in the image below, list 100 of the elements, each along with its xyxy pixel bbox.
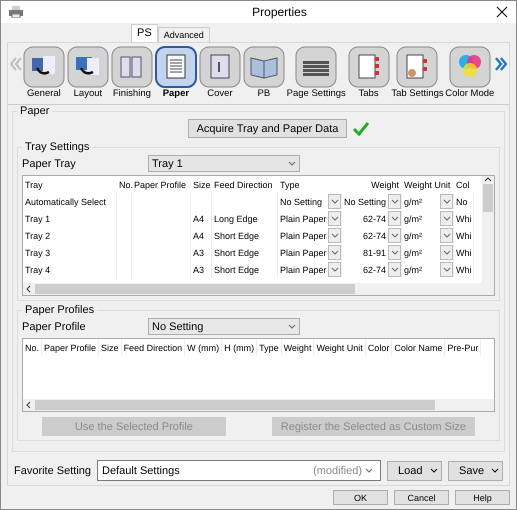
dropdown-button[interactable] (388, 245, 401, 260)
scroll-thumb[interactable] (483, 184, 493, 212)
column-header: H (mm) (222, 339, 258, 356)
load-button[interactable]: Load (387, 460, 442, 480)
column-header: Tray (24, 178, 44, 192)
dropdown-button[interactable] (388, 228, 401, 243)
column-header: W (mm) (185, 339, 222, 356)
checkmark-icon (353, 122, 370, 136)
scroll-thumb[interactable] (35, 400, 435, 410)
table-cell: Short Edge (214, 230, 260, 240)
dropdown-button[interactable] (440, 228, 453, 243)
table-cell: A4 (193, 214, 204, 224)
function-tab[interactable]: Tabs (346, 46, 391, 99)
close-icon[interactable] (496, 6, 508, 18)
dropdown-button[interactable] (388, 194, 401, 209)
paper-stack-icon (295, 46, 338, 88)
acquire-button[interactable]: Acquire Tray and Paper Data (188, 119, 348, 138)
table-cell: Whi (456, 248, 472, 258)
vertical-scrollbar[interactable] (482, 176, 494, 295)
table-cell: Short Edge (214, 248, 260, 258)
dropdown-button[interactable] (440, 262, 453, 277)
column-header: Weight Unit (403, 178, 452, 192)
function-tab[interactable]: Finishing (110, 46, 154, 99)
dropdown-button[interactable] (328, 262, 341, 277)
dropdown-button[interactable] (440, 245, 453, 260)
group-title: Paper (19, 105, 50, 117)
table-cell: g/m² (404, 230, 422, 240)
table-cell: 62-74 (362, 230, 386, 240)
tab[interactable]: PS (131, 24, 158, 42)
dropdown-button[interactable] (328, 245, 341, 260)
field-label: Favorite Setting (14, 464, 92, 476)
table-cell: Automatically Select (25, 196, 106, 206)
function-tab[interactable]: Cover (198, 46, 242, 99)
function-tab[interactable]: Color Mode (444, 46, 496, 99)
dialog-button[interactable]: Help (455, 490, 510, 505)
paper-tray-dropdown[interactable]: Tray 1 (148, 155, 300, 172)
scroll-up-icon[interactable] (484, 176, 492, 184)
column-header: Type (257, 339, 282, 356)
dialog-button[interactable]: Cancel (394, 490, 449, 505)
function-tab[interactable]: General (22, 46, 66, 99)
table-cell: 62-74 (362, 214, 386, 224)
scroll-left-icon[interactable] (25, 285, 33, 293)
dropdown-button[interactable] (440, 211, 453, 226)
function-tab[interactable]: Page Settings (286, 46, 347, 99)
window-title: Properties (251, 5, 307, 19)
table-cell: Tray 4 (25, 264, 50, 274)
scroll-thumb[interactable] (35, 284, 355, 294)
column-header: Weight (282, 339, 314, 356)
table-cell: No Setting (280, 196, 322, 206)
table-cell: Plain Paper (280, 264, 327, 274)
table-cell: Plain Paper (280, 214, 327, 224)
scroll-right-icon[interactable] (495, 56, 507, 72)
table-cell: Whi (456, 230, 472, 240)
field-label: Paper Profile (22, 320, 87, 332)
open-book-icon (242, 46, 285, 88)
table-cell: Tray 1 (25, 214, 50, 224)
table-cell: A4 (193, 230, 204, 240)
favorite-setting-field[interactable]: Default Settings (modified) (97, 460, 381, 481)
dropdown-button[interactable] (440, 194, 453, 209)
table-cell: Tray 2 (25, 230, 50, 240)
printer-icon (9, 6, 23, 18)
table-cell: Plain Paper (280, 248, 327, 258)
tab[interactable]: Advanced (158, 27, 210, 42)
table-cell: Short Edge (214, 264, 260, 274)
dropdown-button[interactable] (388, 211, 401, 226)
table-cell: g/m² (404, 214, 422, 224)
column-header: Weight Unit (314, 339, 366, 356)
folded-pages-icon (110, 46, 153, 88)
horizontal-scrollbar[interactable] (23, 283, 482, 295)
scroll-left-icon[interactable] (25, 401, 33, 409)
column-header: Color Name (392, 339, 446, 356)
column-header: No. (23, 339, 42, 356)
column-header: Paper Profile (133, 178, 188, 192)
tabbed-document-icon (396, 46, 438, 88)
column-header: Weight (370, 178, 400, 192)
color-circles-icon (448, 46, 491, 88)
dropdown-button[interactable] (328, 211, 341, 226)
monitor-document-icon (66, 46, 109, 88)
function-tab[interactable]: PB (242, 46, 286, 99)
table-cell: g/m² (404, 196, 422, 206)
function-tab[interactable]: Paper (154, 46, 198, 99)
table-cell: Tray 3 (25, 248, 50, 258)
dropdown-button[interactable] (328, 194, 341, 209)
table-cell: 81-91 (362, 248, 386, 258)
column-header: Color (366, 339, 392, 356)
table-cell: Whi (456, 214, 472, 224)
function-tab[interactable]: Tab Settings (390, 46, 444, 99)
column-header: Col (455, 178, 471, 192)
dropdown-button[interactable] (388, 262, 401, 277)
column-header: Feed Direction (213, 178, 274, 192)
dialog-button[interactable]: OK (333, 490, 388, 505)
function-tab[interactable]: Layout (66, 46, 110, 99)
dropdown-button[interactable] (328, 228, 341, 243)
column-header: Type (279, 178, 301, 192)
horizontal-scrollbar[interactable] (23, 399, 494, 411)
column-header: Pre-Pur (445, 339, 482, 356)
paper-profile-dropdown[interactable]: No Setting (148, 318, 300, 335)
save-button[interactable]: Save (448, 460, 503, 480)
table-cell: Whi (456, 264, 472, 274)
column-header: No. (118, 178, 132, 192)
